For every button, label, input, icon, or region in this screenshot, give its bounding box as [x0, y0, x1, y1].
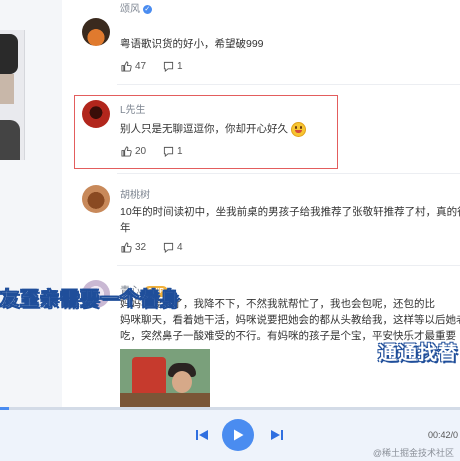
video-subtitle: 通通找替	[378, 343, 459, 364]
previous-button[interactable]	[194, 427, 210, 443]
progress-fill	[0, 407, 10, 410]
like-count: 47	[135, 61, 147, 72]
comment-username[interactable]: L先生	[120, 101, 146, 116]
avatar[interactable]	[82, 18, 110, 46]
thumbs-up-icon	[121, 242, 132, 253]
reply-count: 1	[177, 61, 183, 72]
progress-bar[interactable]	[0, 407, 460, 410]
play-icon	[234, 429, 244, 441]
reply-button[interactable]: 1	[163, 146, 183, 157]
comment-text: 别人只是无聊逗逗你，你却开心好久	[120, 121, 306, 137]
like-button[interactable]: 32	[121, 242, 146, 253]
avatar[interactable]	[82, 100, 110, 128]
like-button[interactable]: 20	[121, 146, 146, 157]
watermark: @稀土掘金技术社区	[372, 448, 454, 458]
comment-username[interactable]: 胡桃树	[120, 186, 150, 201]
playback-time: 00:42/0	[427, 430, 458, 440]
grinning-emoji-icon	[290, 121, 306, 137]
play-button[interactable]	[222, 419, 254, 451]
reply-button[interactable]: 4	[163, 242, 183, 253]
verified-icon: ✓	[142, 4, 152, 14]
thumbs-up-icon	[121, 146, 132, 157]
comment-icon	[163, 61, 174, 72]
comment-username[interactable]: 颂风 ✓	[120, 0, 152, 15]
reply-button[interactable]: 1	[163, 61, 183, 72]
singer-photo	[0, 30, 25, 160]
comment-icon	[163, 146, 174, 157]
divider	[117, 265, 460, 266]
comment-image[interactable]	[120, 349, 210, 409]
next-button[interactable]	[269, 427, 285, 443]
comment-text: 10年的时间读初中，坐我前桌的男孩子给我推荐了张敬轩推荐了村，真的很好听 年	[120, 206, 460, 234]
comment-text: 粤语歌识货的好小，希望破999	[120, 38, 264, 50]
divider	[117, 84, 460, 85]
reply-count: 4	[177, 242, 183, 253]
avatar[interactable]	[82, 185, 110, 213]
divider	[117, 173, 460, 174]
like-count: 20	[135, 146, 147, 157]
thumbs-up-icon	[121, 61, 132, 72]
like-button[interactable]: 47	[121, 61, 146, 72]
like-count: 32	[135, 242, 147, 253]
next-icon	[271, 430, 283, 440]
comment-icon	[163, 242, 174, 253]
video-subtitle: 友至亲需要一个替身	[0, 289, 181, 311]
previous-icon	[196, 430, 208, 440]
reply-count: 1	[177, 146, 183, 157]
